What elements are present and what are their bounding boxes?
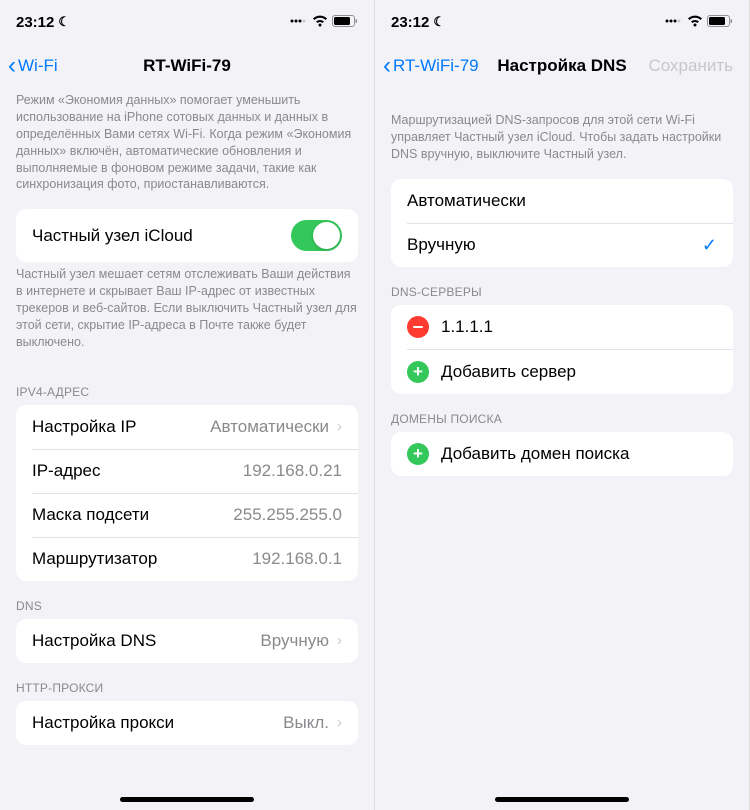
cell-label: Маршрутизатор — [32, 549, 252, 569]
moon-icon: ☾ — [58, 14, 70, 30]
cellular-icon — [665, 14, 683, 31]
page-title: RT-WiFi-79 — [143, 56, 231, 76]
cell-value: Вручную — [260, 631, 329, 651]
private-relay-group: Частный узел iCloud — [16, 209, 358, 262]
cell-value: 192.168.0.21 — [243, 461, 342, 481]
dns-header: DNS — [0, 581, 374, 619]
private-relay-label: Частный узел iCloud — [32, 226, 291, 246]
home-indicator[interactable] — [120, 797, 254, 802]
phone-left: 23:12 ☾ ‹ Wi-Fi RT-WiFi-79 Режим «Эконом… — [0, 0, 375, 810]
dns-group: Настройка DNS Вручную › — [16, 619, 358, 663]
data-saver-note: Режим «Экономия данных» помогает уменьши… — [0, 88, 374, 209]
status-time: 23:12 — [16, 14, 54, 31]
status-time: 23:12 — [391, 14, 429, 31]
nav-bar: ‹ RT-WiFi-79 Настройка DNS Сохранить — [375, 44, 749, 88]
add-domain-label: Добавить домен поиска — [441, 444, 717, 464]
dns-server-value: 1.1.1.1 — [441, 317, 717, 337]
cell-label: Настройка IP — [32, 417, 210, 437]
chevron-right-icon: › — [337, 632, 342, 649]
wifi-icon — [312, 14, 328, 31]
dns-server-row[interactable]: 1.1.1.1 — [391, 305, 733, 349]
cell-value: 255.255.255.0 — [233, 505, 342, 525]
router-cell: Маршрутизатор 192.168.0.1 — [32, 537, 358, 581]
content-scroll[interactable]: Режим «Экономия данных» помогает уменьши… — [0, 88, 374, 776]
wifi-icon — [687, 14, 703, 31]
nav-bar: ‹ Wi-Fi RT-WiFi-79 — [0, 44, 374, 88]
back-label: RT-WiFi-79 — [393, 56, 479, 76]
home-indicator[interactable] — [495, 797, 629, 802]
subnet-mask-cell: Маска подсети 255.255.255.0 — [32, 493, 358, 537]
dns-manual-cell[interactable]: Вручную ✓ — [407, 223, 733, 267]
proxy-header: HTTP-ПРОКСИ — [0, 663, 374, 701]
battery-icon — [332, 14, 358, 31]
chevron-left-icon: ‹ — [383, 52, 391, 80]
cell-label: Автоматически — [407, 191, 717, 211]
cell-label: Настройка прокси — [32, 713, 283, 733]
search-domains-header: ДОМЕНЫ ПОИСКА — [375, 394, 749, 432]
add-server-label: Добавить сервер — [441, 362, 717, 382]
configure-proxy-cell[interactable]: Настройка прокси Выкл. › — [16, 701, 358, 745]
configure-dns-cell[interactable]: Настройка DNS Вручную › — [16, 619, 358, 663]
private-relay-toggle[interactable] — [291, 220, 342, 251]
cell-value: Автоматически — [210, 417, 329, 437]
cell-value: Выкл. — [283, 713, 329, 733]
cellular-icon — [290, 14, 308, 31]
configure-ip-cell[interactable]: Настройка IP Автоматически › — [16, 405, 358, 449]
cell-label: Вручную — [407, 235, 702, 255]
add-domain-row[interactable]: Добавить домен поиска — [391, 432, 733, 476]
dns-servers-group: 1.1.1.1 Добавить сервер — [391, 305, 733, 394]
status-bar: 23:12 ☾ — [375, 0, 749, 44]
ip-address-cell: IP-адрес 192.168.0.21 — [32, 449, 358, 493]
search-domains-group: Добавить домен поиска — [391, 432, 733, 476]
add-icon[interactable] — [407, 443, 429, 465]
ipv4-header: IPV4-АДРЕС — [0, 367, 374, 405]
dns-servers-header: DNS-СЕРВЕРЫ — [375, 267, 749, 305]
chevron-left-icon: ‹ — [8, 52, 16, 80]
chevron-right-icon: › — [337, 418, 342, 435]
save-button[interactable]: Сохранить — [649, 56, 741, 76]
cell-label: IP-адрес — [32, 461, 243, 481]
private-relay-cell[interactable]: Частный узел iCloud — [16, 209, 358, 262]
dns-auto-cell[interactable]: Автоматически — [391, 179, 733, 223]
back-button[interactable]: ‹ Wi-Fi — [8, 52, 58, 80]
dns-note: Маршрутизацией DNS-запросов для этой сет… — [375, 88, 749, 179]
page-title: Настройка DNS — [497, 56, 626, 76]
content-scroll[interactable]: Маршрутизацией DNS-запросов для этой сет… — [375, 88, 749, 776]
ipv4-group: Настройка IP Автоматически › IP-адрес 19… — [16, 405, 358, 581]
checkmark-icon: ✓ — [702, 235, 717, 256]
private-relay-note: Частный узел мешает сетям отслеживать Ва… — [0, 262, 374, 366]
battery-icon — [707, 14, 733, 31]
back-label: Wi-Fi — [18, 56, 58, 76]
add-server-row[interactable]: Добавить сервер — [407, 349, 733, 394]
remove-icon[interactable] — [407, 316, 429, 338]
moon-icon: ☾ — [433, 14, 445, 30]
back-button[interactable]: ‹ RT-WiFi-79 — [383, 52, 479, 80]
cell-value: 192.168.0.1 — [252, 549, 342, 569]
cell-label: Маска подсети — [32, 505, 233, 525]
status-bar: 23:12 ☾ — [0, 0, 374, 44]
cell-label: Настройка DNS — [32, 631, 260, 651]
dns-mode-group: Автоматически Вручную ✓ — [391, 179, 733, 267]
phone-right: 23:12 ☾ ‹ RT-WiFi-79 Настройка DNS Сохра… — [375, 0, 750, 810]
chevron-right-icon: › — [337, 714, 342, 731]
proxy-group: Настройка прокси Выкл. › — [16, 701, 358, 745]
add-icon[interactable] — [407, 361, 429, 383]
